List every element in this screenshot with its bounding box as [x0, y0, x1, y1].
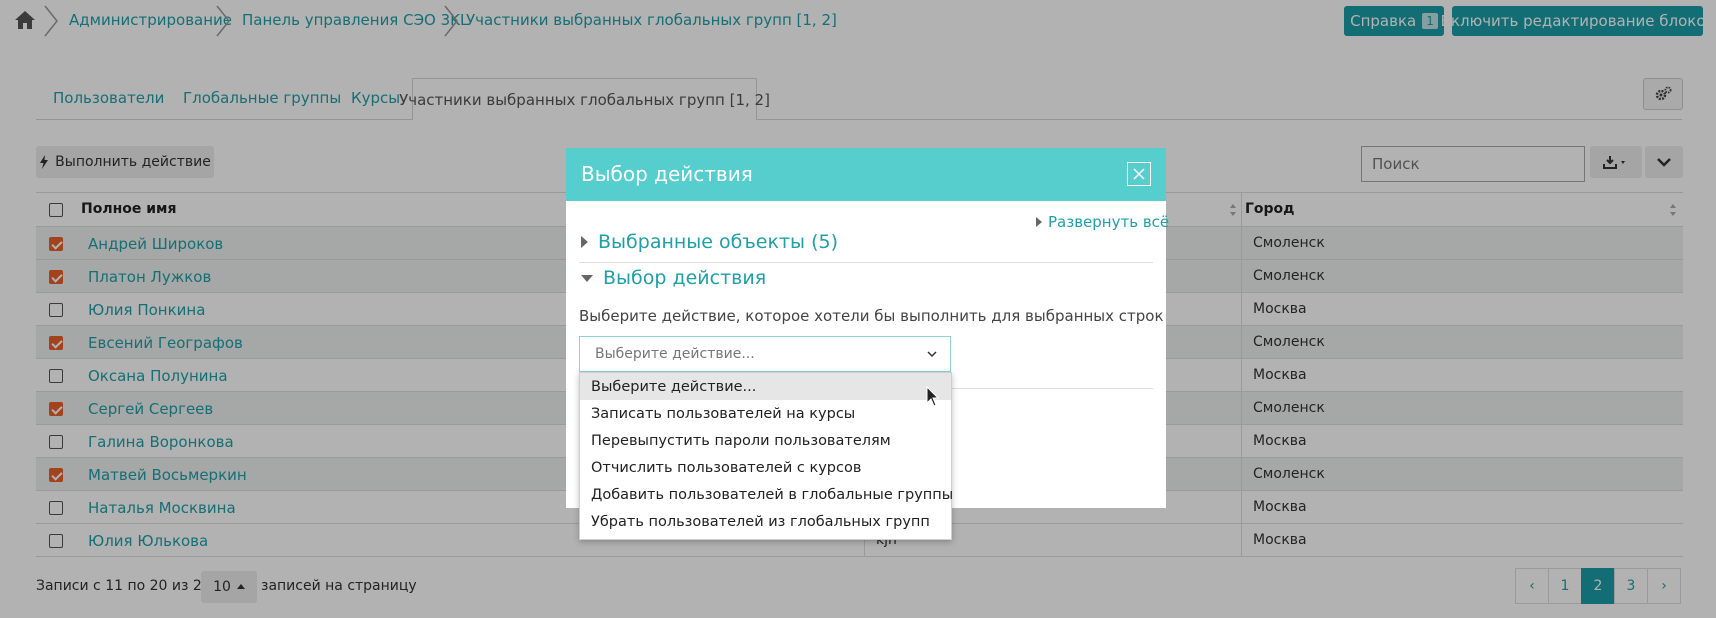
- mouse-cursor-icon: [926, 386, 940, 407]
- dropdown-option[interactable]: Отчислить пользователей с курсов: [580, 454, 951, 481]
- action-dropdown-list: Выберите действие... Записать пользовател…: [579, 372, 953, 540]
- section-selected-objects[interactable]: Выбранные объекты (5): [581, 231, 838, 253]
- modal-title: Выбор действия: [581, 162, 753, 186]
- section-action-title: Выбор действия: [603, 267, 767, 289]
- expand-all-label: Развернуть всё: [1048, 213, 1170, 231]
- action-select-value: Выберите действие...: [595, 346, 755, 362]
- section-selected-title: Выбранные объекты (5): [598, 231, 838, 253]
- expand-all-link[interactable]: Развернуть всё: [1036, 213, 1169, 231]
- caret-down-icon: [581, 274, 593, 282]
- dropdown-option[interactable]: Убрать пользователей из глобальных групп: [580, 508, 951, 535]
- action-select[interactable]: Выберите действие...: [579, 336, 951, 372]
- dropdown-option[interactable]: Перевыпустить пароли пользователям: [580, 427, 951, 454]
- close-icon: [1133, 168, 1145, 180]
- dropdown-option[interactable]: Добавить пользователей в глобальные груп…: [580, 481, 953, 508]
- caret-right-icon: [1036, 217, 1042, 227]
- close-button[interactable]: [1127, 162, 1151, 186]
- section-choose-action[interactable]: Выбор действия: [581, 267, 766, 289]
- dropdown-option[interactable]: Записать пользователей на курсы: [580, 400, 951, 427]
- action-description: Выберите действие, которое хотели бы вып…: [579, 307, 1164, 325]
- dropdown-option[interactable]: Выберите действие...: [580, 373, 951, 400]
- modal-header: Выбор действия: [566, 148, 1166, 201]
- section-divider: [579, 262, 1153, 263]
- chevron-down-icon: [927, 351, 937, 358]
- caret-right-icon: [581, 236, 588, 248]
- section-divider: [951, 388, 1153, 389]
